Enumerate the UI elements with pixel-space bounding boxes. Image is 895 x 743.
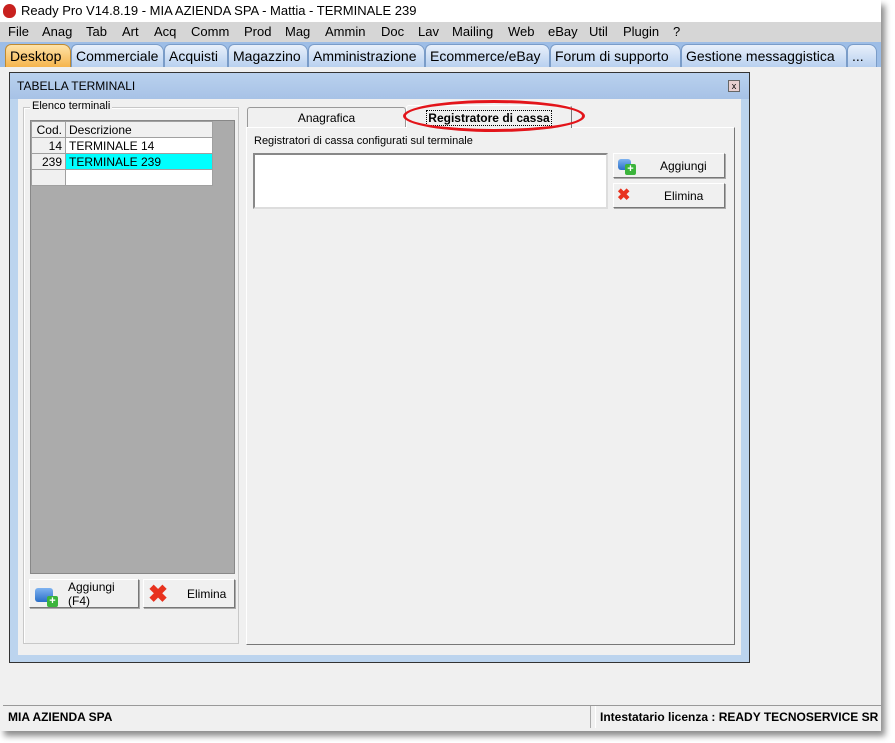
table-row-selected[interactable]: 239 TERMINALE 239	[31, 153, 213, 170]
app-title: Ready Pro V14.8.19 - MIA AZIENDA SPA - M…	[21, 3, 417, 18]
registers-list[interactable]	[253, 153, 608, 209]
tab-acquisti[interactable]: Acquisti	[164, 44, 228, 67]
cell-desc: TERMINALE 14	[65, 137, 213, 154]
delete-icon: ✖	[148, 581, 169, 608]
grid-header: Cod. Descrizione	[31, 121, 213, 138]
list-label: Registratori di cassa configurati sul te…	[254, 135, 473, 147]
add-register-label: Aggiungi	[660, 158, 707, 173]
header-descrizione[interactable]: Descrizione	[65, 121, 213, 138]
delete-terminal-label: Elimina	[187, 586, 227, 601]
add-terminal-button[interactable]: Aggiungi (F4)	[29, 579, 139, 608]
tab-more[interactable]: ...	[847, 44, 877, 67]
menu-tab[interactable]: Tab	[86, 22, 107, 42]
status-bar: MIA AZIENDA SPA Intestatario licenza : R…	[3, 705, 881, 728]
cell-cod: 14	[31, 137, 66, 154]
tab-registratore-label: Registratore di cassa	[426, 110, 552, 126]
menu-acq[interactable]: Acq	[154, 22, 176, 42]
menu-mag[interactable]: Mag	[285, 22, 310, 42]
menu-bar: File Anag Tab Art Acq Comm Prod Mag Ammi…	[0, 22, 881, 42]
menu-ammin[interactable]: Ammin	[325, 22, 365, 42]
delete-terminal-button[interactable]: ✖ Elimina	[143, 579, 235, 608]
tab-amministrazione[interactable]: Amministrazione	[308, 44, 425, 67]
menu-help[interactable]: ?	[673, 22, 680, 42]
cell-desc	[65, 169, 213, 186]
menu-lav[interactable]: Lav	[418, 22, 439, 42]
tab-anagrafica[interactable]: Anagrafica	[247, 107, 406, 127]
close-icon[interactable]: x	[728, 80, 740, 92]
menu-doc[interactable]: Doc	[381, 22, 404, 42]
menu-ebay[interactable]: eBay	[548, 22, 578, 42]
terminals-grid[interactable]: Cod. Descrizione 14 TERMINALE 14 239 TERMIN…	[30, 120, 235, 574]
app-window: Ready Pro V14.8.19 - MIA AZIENDA SPA - M…	[0, 0, 881, 731]
app-logo-icon	[3, 4, 16, 18]
tab-forum[interactable]: Forum di supporto	[550, 44, 681, 67]
menu-plugin[interactable]: Plugin	[623, 22, 659, 42]
menu-anag[interactable]: Anag	[42, 22, 72, 42]
cell-desc: TERMINALE 239	[65, 153, 213, 170]
delete-icon: ✖	[617, 187, 631, 204]
add-icon	[35, 588, 58, 607]
add-register-button[interactable]: Aggiungi	[613, 153, 725, 178]
terminals-group: Elenco terminali Cod. Descrizione 14 TERMI…	[23, 100, 239, 644]
tab-messaggistica[interactable]: Gestione messaggistica	[681, 44, 847, 67]
main-tabs: Desktop Commerciale Acquisti Magazzino A…	[0, 42, 881, 67]
menu-file[interactable]: File	[8, 22, 29, 42]
add-icon	[618, 159, 636, 175]
tab-registratore-cassa[interactable]: Registratore di cassa	[406, 105, 572, 128]
table-row-empty[interactable]	[31, 169, 213, 186]
menu-mailing[interactable]: Mailing	[452, 22, 493, 42]
delete-register-label: Elimina	[664, 188, 704, 203]
status-license: Intestatario licenza : READY TECNOSERVIC…	[595, 706, 881, 728]
cell-cod: 239	[31, 153, 66, 170]
tab-commerciale[interactable]: Commerciale	[71, 44, 164, 67]
delete-register-button[interactable]: ✖ Elimina	[613, 183, 725, 208]
menu-art[interactable]: Art	[122, 22, 139, 42]
group-label: Elenco terminali	[30, 100, 113, 112]
menu-web[interactable]: Web	[508, 22, 535, 42]
add-terminal-label: Aggiungi (F4)	[68, 579, 115, 608]
header-cod[interactable]: Cod.	[31, 121, 66, 138]
menu-comm[interactable]: Comm	[191, 22, 229, 42]
menu-prod[interactable]: Prod	[244, 22, 271, 42]
status-company: MIA AZIENDA SPA	[3, 706, 591, 728]
tab-desktop[interactable]: Desktop	[5, 44, 71, 67]
tab-ecommerce[interactable]: Ecommerce/eBay	[425, 44, 550, 67]
window-title: TABELLA TERMINALI	[10, 73, 749, 99]
title-bar: Ready Pro V14.8.19 - MIA AZIENDA SPA - M…	[0, 0, 881, 22]
menu-util[interactable]: Util	[589, 22, 608, 42]
cell-cod	[31, 169, 66, 186]
table-row[interactable]: 14 TERMINALE 14	[31, 137, 213, 154]
tab-magazzino[interactable]: Magazzino	[228, 44, 308, 67]
